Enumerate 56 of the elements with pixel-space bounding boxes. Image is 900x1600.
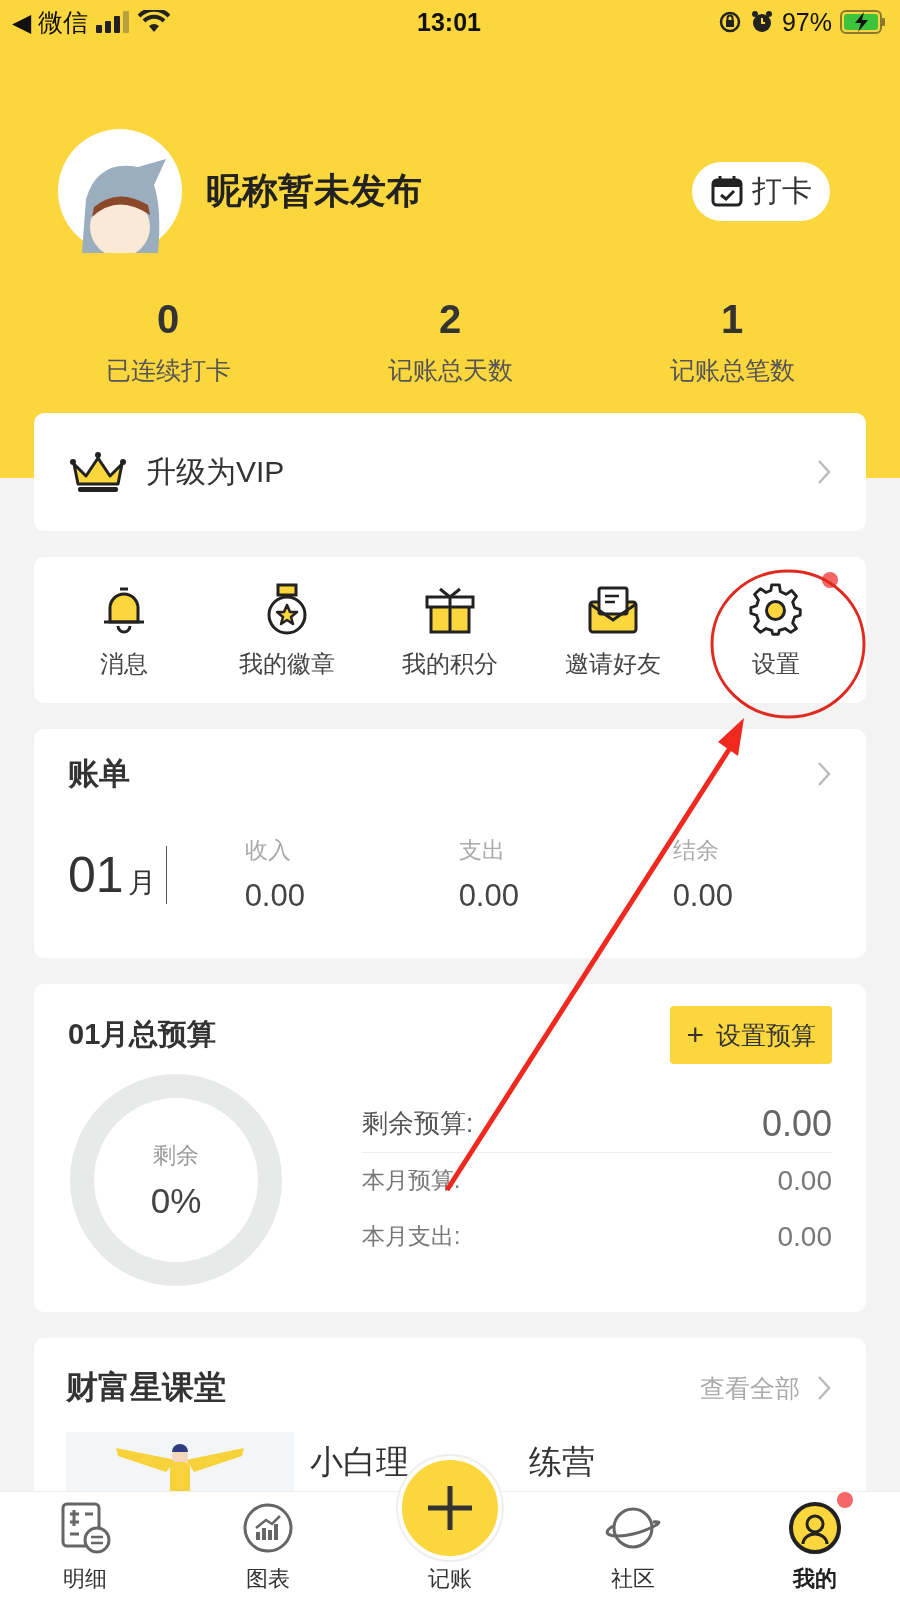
tab-bar-item[interactable]: 我的 xyxy=(760,1492,870,1600)
shortcut-item[interactable]: 设置 xyxy=(696,557,856,703)
stat-value: 2 xyxy=(438,297,462,342)
stat-value: 1 xyxy=(720,297,744,342)
ring-percent: 0% xyxy=(150,1180,202,1221)
signal-icon xyxy=(96,11,131,33)
tab-bar-item[interactable]: 图表 xyxy=(212,1492,323,1600)
bill-title: 账单 xyxy=(68,755,130,793)
back-to-app-link[interactable]: ◀ 微信 xyxy=(12,5,89,39)
stat-label: 记账总笔数 xyxy=(669,355,795,386)
clock-time: 13:01 xyxy=(417,7,481,37)
vip-upgrade-row[interactable]: 升级为VIP xyxy=(34,413,866,531)
vip-label: 升级为VIP xyxy=(146,453,286,490)
shortcut-item[interactable]: 我的积分 xyxy=(370,557,530,703)
budget-row-value: 0.00 xyxy=(761,1102,832,1145)
settings-icon xyxy=(748,582,804,638)
stat-label: 记账总天数 xyxy=(387,355,513,386)
battery-charging-icon xyxy=(840,10,886,34)
tab-bar-item[interactable]: 明细 xyxy=(30,1492,140,1600)
shortcut-item[interactable]: 邀请好友 xyxy=(533,557,693,703)
avatar[interactable] xyxy=(58,129,182,253)
course-title: 练营 xyxy=(529,1442,595,1482)
budget-row-label: 本月支出: xyxy=(362,1222,461,1251)
ring-label: 剩余 xyxy=(153,1140,199,1170)
chevron-right-icon xyxy=(816,458,832,486)
crown-icon xyxy=(68,450,128,494)
battery-percent: 97% xyxy=(781,7,832,37)
rotation-lock-icon xyxy=(717,10,742,34)
tab-label[interactable]: 记账 xyxy=(428,1564,472,1594)
bill-amount: 0.00 xyxy=(458,878,520,914)
shortcut-item[interactable]: 我的徽章 xyxy=(207,557,367,703)
budget-row-value: 0.00 xyxy=(777,1164,832,1197)
budget-row-label: 剩余预算: xyxy=(362,1107,474,1140)
check-in-button[interactable]: 打卡 xyxy=(692,161,830,221)
profile-icon xyxy=(787,1500,843,1556)
bill-amount: 0.00 xyxy=(244,878,306,914)
bill-amount: 0.00 xyxy=(672,878,734,914)
month-number: 01 xyxy=(68,845,124,904)
bill-column-label: 支出 xyxy=(458,836,506,865)
bill-column-label: 收入 xyxy=(244,836,292,865)
budget-title: 01月总预算 xyxy=(68,1017,217,1052)
bill-column-label: 结余 xyxy=(672,836,720,865)
budget-row-value: 0.00 xyxy=(777,1220,832,1253)
month-unit: 月 xyxy=(127,865,156,900)
tab-bar-item[interactable]: 社区 xyxy=(577,1492,688,1600)
calendar-check-icon xyxy=(710,174,744,208)
stat-label: 已连续打卡 xyxy=(105,355,231,386)
nickname: 昵称暂未发布 xyxy=(206,168,423,213)
course-section-title: 财富星课堂 xyxy=(66,1368,227,1407)
plus-icon xyxy=(426,1484,474,1532)
shortcut-item[interactable]: 消息 xyxy=(44,557,204,703)
alarm-icon xyxy=(749,10,774,34)
stat-value: 0 xyxy=(156,297,180,342)
set-budget-button[interactable]: + 设置预算 xyxy=(670,1006,832,1064)
course-title: 小白理 xyxy=(310,1442,409,1482)
wifi-icon xyxy=(138,10,171,34)
